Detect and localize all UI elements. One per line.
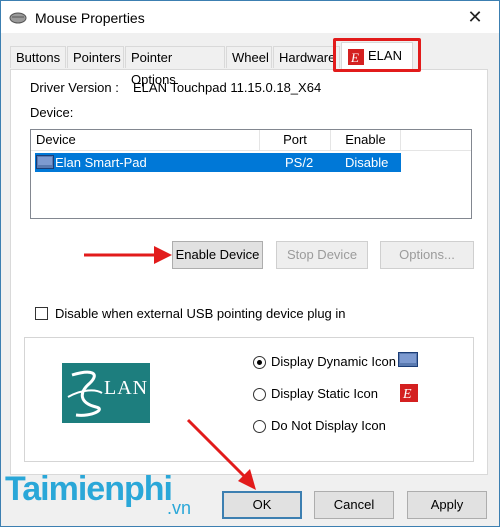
column-enable[interactable]: Enable xyxy=(331,130,401,150)
enable-device-button[interactable]: Enable Device xyxy=(172,241,263,269)
watermark-suffix: .vn xyxy=(167,498,192,518)
watermark: Taimienphi .vn xyxy=(5,470,191,518)
usb-disable-checkbox[interactable] xyxy=(35,307,48,320)
column-device[interactable]: Device xyxy=(31,130,260,150)
mouse-icon xyxy=(9,9,27,28)
apply-button[interactable]: Apply xyxy=(407,491,487,519)
svg-text:E: E xyxy=(402,387,412,402)
device-list[interactable]: Device Port Enable Elan Smart-Pad PS/2 D… xyxy=(30,129,472,219)
usb-disable-label: Disable when external USB pointing devic… xyxy=(55,306,346,321)
tab-buttons[interactable]: Buttons xyxy=(10,46,66,68)
radio-no-icon-label: Do Not Display Icon xyxy=(271,418,386,433)
title-bar: Mouse Properties ✕ xyxy=(1,1,499,33)
elan-logo: LAN xyxy=(62,363,150,423)
tab-wheel[interactable]: Wheel xyxy=(226,46,272,68)
close-button[interactable]: ✕ xyxy=(465,7,485,27)
tab-pointers[interactable]: Pointers xyxy=(67,46,124,68)
annotation-highlight-box xyxy=(333,38,421,72)
touchpad-icon xyxy=(36,155,54,173)
device-row[interactable]: Elan Smart-Pad PS/2 Disable xyxy=(35,153,401,172)
logo-text: LAN xyxy=(104,377,149,399)
row-device-name: Elan Smart-Pad xyxy=(55,155,147,170)
cancel-button[interactable]: Cancel xyxy=(314,491,394,519)
ok-button[interactable]: OK xyxy=(222,491,302,519)
options-button[interactable]: Options... xyxy=(380,241,474,269)
driver-version-value: ELAN Touchpad 11.15.0.18_X64 xyxy=(133,80,322,95)
tab-pointer-options[interactable]: Pointer Options xyxy=(125,46,225,87)
radio-static-icon[interactable] xyxy=(253,388,266,401)
radio-dynamic-icon[interactable] xyxy=(253,356,266,369)
window-title: Mouse Properties xyxy=(35,10,145,26)
elan-static-icon: E xyxy=(400,384,418,405)
dynamic-touchpad-icon xyxy=(398,352,418,373)
device-label: Device: xyxy=(30,105,74,120)
radio-dynamic-label: Display Dynamic Icon xyxy=(271,354,396,369)
driver-version-label: Driver Version : xyxy=(30,80,119,95)
radio-no-icon[interactable] xyxy=(253,420,266,433)
device-list-header: Device Port Enable xyxy=(31,130,471,151)
watermark-main: Taimienphi xyxy=(5,470,173,508)
row-enable: Disable xyxy=(345,155,389,170)
radio-static-label: Display Static Icon xyxy=(271,386,378,401)
stop-device-button[interactable]: Stop Device xyxy=(276,241,368,269)
tab-hardware[interactable]: Hardware xyxy=(273,46,340,68)
column-port[interactable]: Port xyxy=(260,130,331,150)
row-port: PS/2 xyxy=(285,155,314,170)
